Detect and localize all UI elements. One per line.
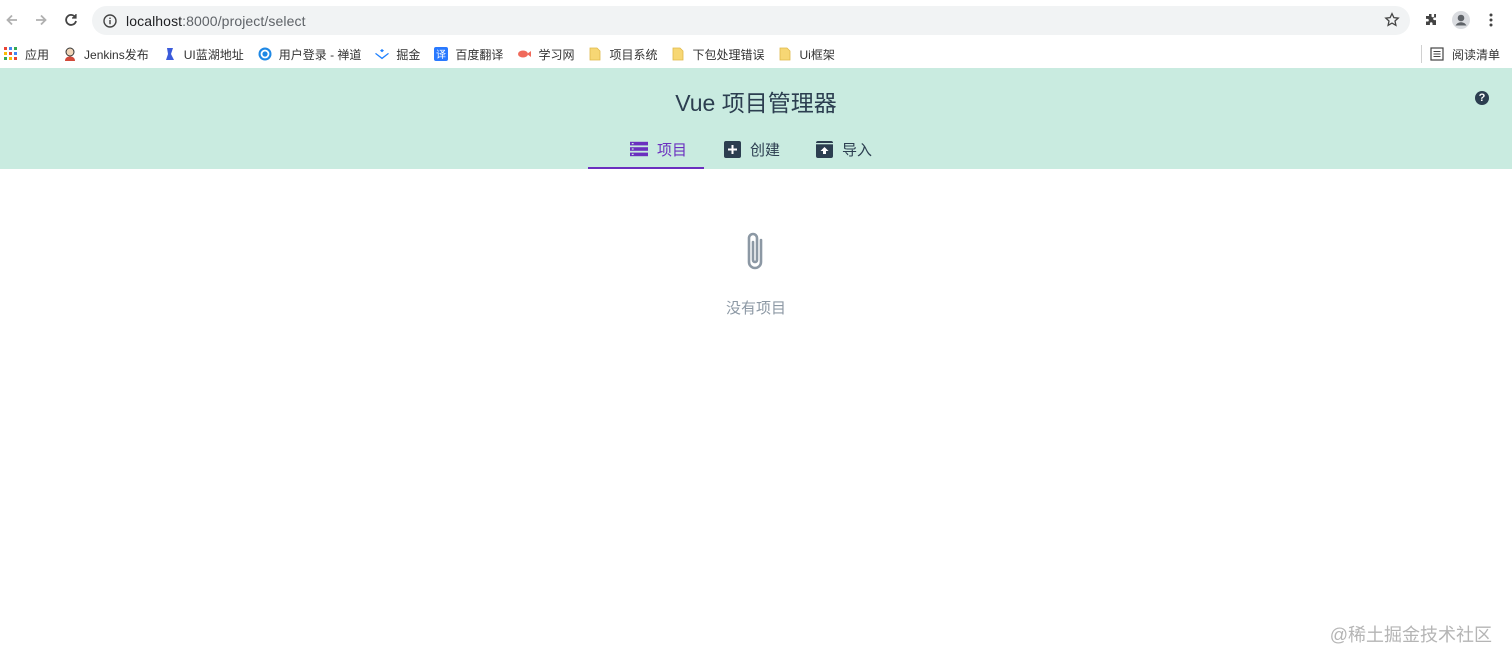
bookmark-label: 应用 (25, 47, 50, 62)
add-box-icon (723, 140, 741, 158)
bookmark-folder-errors[interactable]: 下包处理错误 (664, 43, 771, 65)
app-header: Vue 项目管理器 项目 创建 导入 (0, 68, 1512, 169)
tab-label: 项目 (657, 141, 688, 159)
main-tabs: 项目 创建 导入 (588, 132, 872, 169)
bookmark-label: Ui框架 (799, 47, 835, 62)
reading-list-button[interactable]: 阅读清单 (1430, 43, 1500, 65)
tab-label: 创建 (750, 141, 781, 159)
bookmark-baidu-translate[interactable]: 译 百度翻译 (427, 43, 510, 65)
reading-list-label: 阅读清单 (1451, 47, 1500, 62)
empty-state: 没有项目 (0, 230, 1512, 318)
tab-import[interactable]: 导入 (780, 132, 872, 166)
baidu-translate-icon: 译 (434, 47, 449, 61)
avatar-icon (1452, 11, 1470, 29)
extensions-button[interactable] (1421, 10, 1441, 30)
paperclip-icon (741, 230, 771, 274)
bookmark-label: 项目系统 (609, 47, 658, 62)
jenkins-icon (65, 47, 76, 61)
more-vert-icon (1489, 13, 1493, 27)
list-icon (630, 140, 648, 158)
apps-grid-icon (4, 47, 17, 60)
reload-button[interactable] (59, 8, 83, 32)
folder-icon (673, 47, 684, 61)
site-info-icon[interactable] (102, 13, 118, 29)
bookmark-folder-ui[interactable]: Ui框架 (771, 43, 841, 65)
bookmark-label: 学习网 (538, 47, 575, 62)
bookmark-lanhu[interactable]: UI蓝湖地址 (156, 43, 251, 65)
puzzle-icon (1426, 14, 1436, 25)
bookmark-folder-projects[interactable]: 项目系统 (581, 43, 664, 65)
url-text[interactable]: localhost:8000/project/select (126, 13, 306, 29)
folder-icon (780, 47, 791, 61)
arrow-right-icon (36, 14, 47, 26)
zentao-icon (258, 47, 272, 61)
bookmarks-bar: 应用 Jenkins发布 UI蓝湖地址 用户登录 - 禅道 掘金 译 百度翻译 … (0, 40, 1512, 69)
profile-button[interactable] (1451, 10, 1471, 30)
address-bar[interactable]: localhost:8000/project/select (92, 6, 1410, 35)
reading-list-icon (1430, 47, 1444, 61)
bookmarks-divider (1421, 45, 1422, 63)
bookmark-jenkins[interactable]: Jenkins发布 (56, 43, 156, 65)
forward-button[interactable] (29, 8, 53, 32)
menu-button[interactable] (1481, 10, 1501, 30)
tab-projects[interactable]: 项目 (588, 132, 704, 169)
tab-label: 导入 (842, 141, 873, 159)
watermark: @稀土掘金技术社区 (1329, 625, 1492, 645)
bookmark-label: 下包处理错误 (692, 47, 765, 62)
tab-create[interactable]: 创建 (704, 132, 780, 166)
unarchive-icon (815, 140, 833, 158)
fish-icon (518, 50, 532, 58)
bookmark-apps[interactable]: 应用 (0, 43, 56, 65)
url-path: :8000/project/select (182, 12, 306, 29)
bookmark-label: 掘金 (396, 47, 421, 62)
reload-icon (65, 14, 77, 26)
back-button[interactable] (0, 8, 24, 32)
browser-toolbar: localhost:8000/project/select (0, 0, 1512, 40)
bookmark-juejin[interactable]: 掘金 (368, 43, 427, 65)
bookmark-label: Jenkins发布 (84, 47, 149, 62)
svg-text:译: 译 (436, 49, 446, 61)
page-title: Vue 项目管理器 (675, 90, 837, 116)
help-button[interactable]: ? (1475, 91, 1489, 105)
arrow-left-icon (6, 14, 17, 26)
url-host: localhost (126, 12, 183, 29)
bookmark-label: UI蓝湖地址 (183, 47, 244, 62)
folder-icon (590, 47, 601, 61)
bookmark-label: 百度翻译 (455, 47, 504, 62)
juejin-icon (375, 49, 390, 60)
lanhu-icon (165, 48, 174, 60)
bookmark-label: 用户登录 - 禅道 (278, 47, 362, 62)
bookmark-star-icon[interactable] (1384, 12, 1402, 30)
empty-message: 没有项目 (725, 300, 786, 317)
bookmark-zentao[interactable]: 用户登录 - 禅道 (251, 43, 369, 65)
bookmark-study[interactable]: 学习网 (510, 43, 581, 65)
